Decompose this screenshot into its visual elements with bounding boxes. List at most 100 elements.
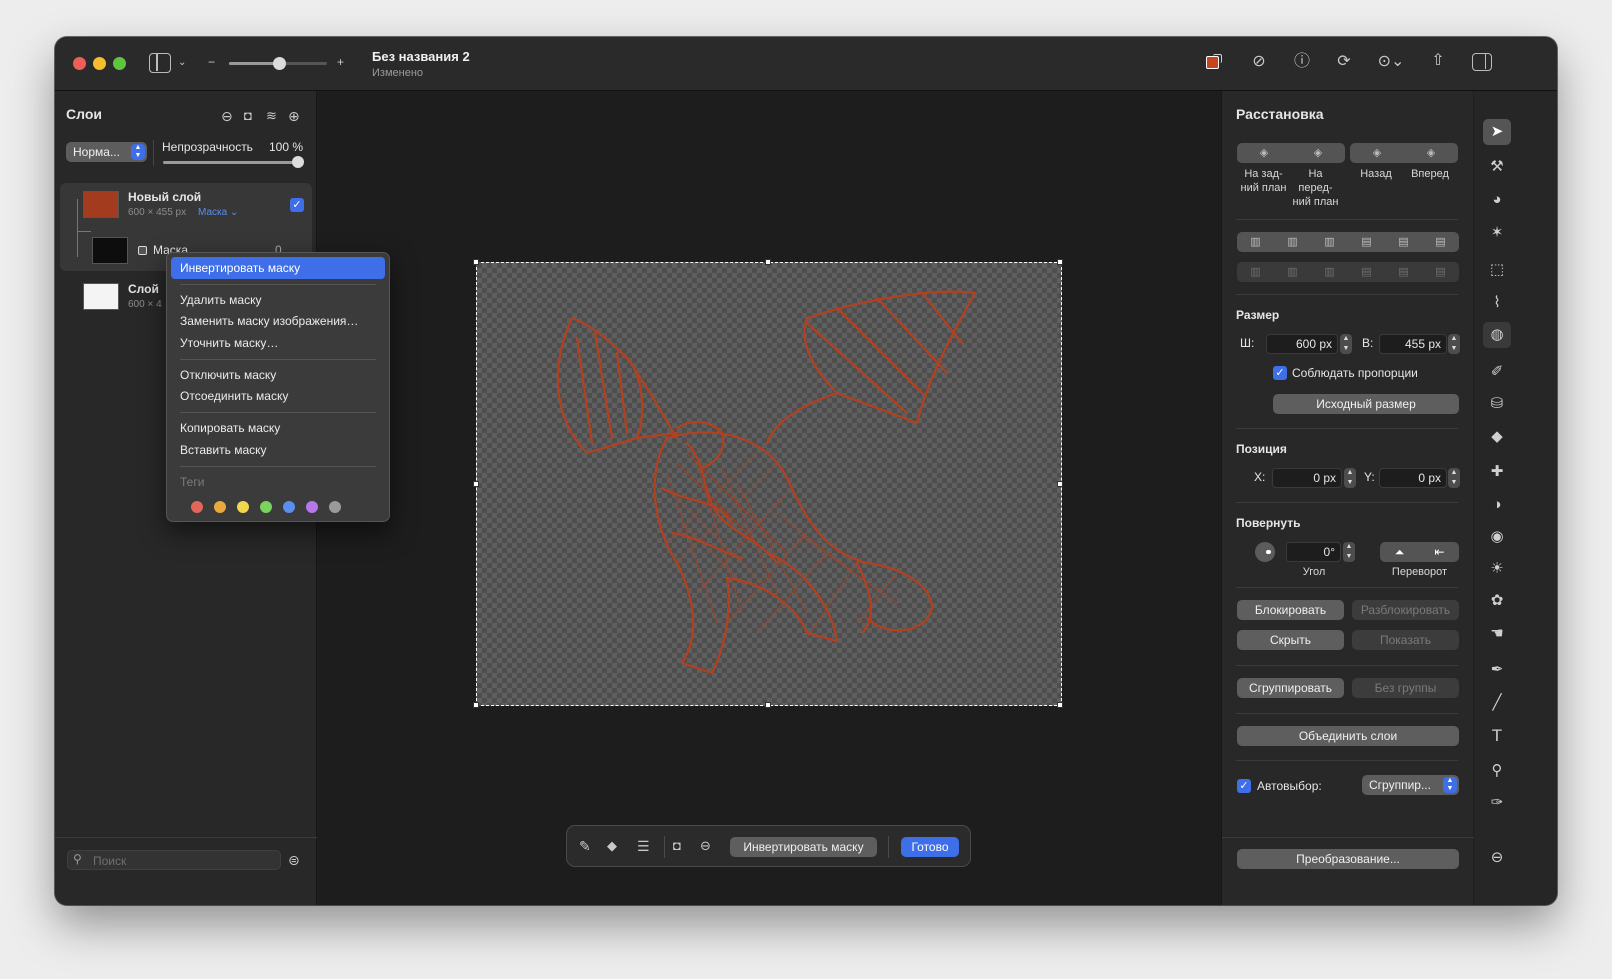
distribute-buttons-row[interactable]: ▥ ▥ ▥ ▤ ▤ ▤ — [1237, 262, 1459, 282]
blur-icon[interactable]: ◉ — [1483, 524, 1511, 550]
align-bottom-icon[interactable]: ▥ — [1311, 232, 1348, 252]
keep-proportions-checkbox[interactable]: ✓ — [1273, 366, 1287, 380]
tag-blue[interactable] — [283, 501, 295, 513]
height-field[interactable]: 455 px — [1379, 334, 1447, 354]
shapes-icon[interactable]: ◕ — [1483, 187, 1511, 213]
x-field[interactable]: 0 px — [1272, 468, 1342, 488]
ungroup-button[interactable]: Без группы — [1352, 678, 1459, 698]
rect-select-icon[interactable]: ⬚ — [1483, 257, 1511, 283]
info-icon[interactable]: ⓘ — [1291, 52, 1313, 72]
align-right-icon[interactable]: ▤ — [1422, 232, 1459, 252]
layers-stack-icon[interactable]: ≋ — [266, 106, 277, 126]
autoselect-checkbox[interactable]: ✓ — [1237, 779, 1251, 793]
stamp-icon[interactable]: ⚒ — [1483, 154, 1511, 180]
eraser-icon[interactable]: ◆ — [1483, 424, 1511, 450]
share-icon[interactable]: ⇧ — [1427, 51, 1449, 71]
line-icon[interactable]: ╱ — [1483, 690, 1511, 716]
tag-orange[interactable] — [214, 501, 226, 513]
height-stepper[interactable]: ▲ ▼ — [1448, 334, 1460, 354]
search-field[interactable]: ⚲ Поиск — [67, 850, 281, 870]
lock-button[interactable]: Блокировать — [1237, 600, 1344, 620]
resize-handle[interactable] — [473, 259, 479, 265]
zoom-window-button[interactable] — [113, 57, 126, 70]
filter-icon[interactable]: ⊜ — [288, 850, 300, 870]
add-layer-icon[interactable]: ⊕ — [288, 106, 300, 126]
more-tools-icon[interactable]: ⊖ — [1483, 845, 1511, 871]
send-to-back-icon[interactable]: ◈ — [1237, 143, 1291, 163]
angle-stepper[interactable]: ▲ ▼ — [1343, 542, 1355, 562]
more-options-icon[interactable]: ⊙⌄ — [1373, 52, 1409, 72]
eraser-icon[interactable]: ◆ — [607, 836, 617, 856]
mask-tag-link[interactable]: Маска ⌄ — [198, 207, 238, 218]
tag-purple[interactable] — [306, 501, 318, 513]
x-stepper[interactable]: ▲ ▼ — [1344, 468, 1356, 488]
tag-gray[interactable] — [329, 501, 341, 513]
mask-brush-icon[interactable]: ◍ — [1483, 322, 1511, 348]
distribute-left-icon[interactable]: ▤ — [1348, 262, 1385, 282]
resize-handle[interactable] — [765, 702, 771, 708]
order-segment-step[interactable]: ◈ ◈ — [1350, 143, 1458, 163]
sponge-icon[interactable]: ✿ — [1483, 588, 1511, 614]
menu-item-refine-mask[interactable]: Уточнить маску… — [171, 332, 385, 354]
merge-layers-button[interactable]: Объединить слои — [1237, 726, 1459, 746]
distribute-bottom-icon[interactable]: ▥ — [1311, 262, 1348, 282]
y-stepper[interactable]: ▲ ▼ — [1448, 468, 1460, 488]
distribute-right-icon[interactable]: ▤ — [1422, 262, 1459, 282]
menu-item-replace-mask[interactable]: Заменить маску изображения… — [171, 310, 385, 332]
zoom-out-icon[interactable]: − — [208, 52, 215, 72]
zoom-slider[interactable] — [229, 57, 327, 70]
bring-forward-icon[interactable]: ◈ — [1404, 143, 1458, 163]
adjust-image-icon[interactable]: ⊘ — [1248, 52, 1270, 72]
menu-item-invert-mask[interactable]: Инвертировать маску — [171, 257, 385, 279]
opacity-slider-thumb[interactable] — [292, 156, 304, 168]
chevron-down-icon[interactable]: ⌄ — [178, 53, 186, 73]
image-canvas[interactable] — [476, 262, 1062, 706]
zoom-icon[interactable]: ⚲ — [1483, 758, 1511, 784]
resize-handle[interactable] — [1057, 481, 1063, 487]
clone-icon[interactable]: ◑ — [1483, 492, 1511, 518]
angle-field[interactable]: 0° — [1286, 542, 1341, 562]
distribute-center-icon[interactable]: ▤ — [1385, 262, 1422, 282]
y-field[interactable]: 0 px — [1379, 468, 1447, 488]
eyedropper-icon[interactable]: ✑ — [1483, 790, 1511, 816]
transform-button[interactable]: Преобразование... — [1237, 849, 1459, 869]
original-size-button[interactable]: Исходный размер — [1273, 394, 1459, 414]
flip-buttons[interactable]: ⏶ ⇤ — [1380, 542, 1459, 562]
inspector-toggle-icon[interactable] — [1472, 53, 1492, 71]
resize-handle[interactable] — [473, 702, 479, 708]
align-center-icon[interactable]: ▤ — [1385, 232, 1422, 252]
zoom-slider-thumb[interactable] — [273, 57, 286, 70]
show-button[interactable]: Показать — [1352, 630, 1459, 650]
mask-icon[interactable]: ◘ — [673, 836, 681, 856]
smudge-hand-icon[interactable]: ☚ — [1483, 621, 1511, 647]
zoom-in-icon[interactable]: + — [337, 52, 344, 72]
align-left-icon[interactable]: ▤ — [1348, 232, 1385, 252]
sidebar-toggle-icon[interactable] — [149, 53, 171, 73]
menu-item-unlink-mask[interactable]: Отсоединить маску — [171, 385, 385, 407]
rotate-icon[interactable]: ⟳ — [1333, 52, 1355, 72]
menu-item-delete-mask[interactable]: Удалить маску — [171, 289, 385, 311]
group-button[interactable]: Сгруппировать — [1237, 678, 1344, 698]
magic-wand-icon[interactable]: ✶ — [1483, 220, 1511, 246]
autoselect-select[interactable]: Сгруппир... ▲ ▼ — [1362, 775, 1459, 795]
resize-handle[interactable] — [1057, 259, 1063, 265]
text-icon[interactable]: T — [1483, 723, 1511, 749]
color-swatch-icon[interactable] — [1206, 54, 1224, 72]
resize-handle[interactable] — [1057, 702, 1063, 708]
width-field[interactable]: 600 px — [1266, 334, 1338, 354]
align-middle-icon[interactable]: ▥ — [1274, 232, 1311, 252]
bring-to-front-icon[interactable]: ◈ — [1291, 143, 1345, 163]
more-icon[interactable]: ⊖ — [221, 106, 233, 126]
align-buttons-row[interactable]: ▥ ▥ ▥ ▤ ▤ ▤ — [1237, 232, 1459, 252]
lasso-icon[interactable]: ⌇ — [1483, 290, 1511, 316]
bucket-icon[interactable]: ⛁ — [1483, 391, 1511, 417]
resize-handle[interactable] — [473, 481, 479, 487]
blend-mode-select[interactable]: Норма... ▲ ▼ — [66, 142, 147, 162]
paint-brush-icon[interactable]: ✐ — [1483, 359, 1511, 385]
menu-item-copy-mask[interactable]: Копировать маску — [171, 417, 385, 439]
more-icon[interactable]: ⊖ — [700, 836, 711, 856]
bandage-icon[interactable]: ✚ — [1483, 459, 1511, 485]
flip-horizontal-icon[interactable]: ⇤ — [1420, 542, 1459, 562]
close-window-button[interactable] — [73, 57, 86, 70]
menu-item-paste-mask[interactable]: Вставить маску — [171, 439, 385, 461]
